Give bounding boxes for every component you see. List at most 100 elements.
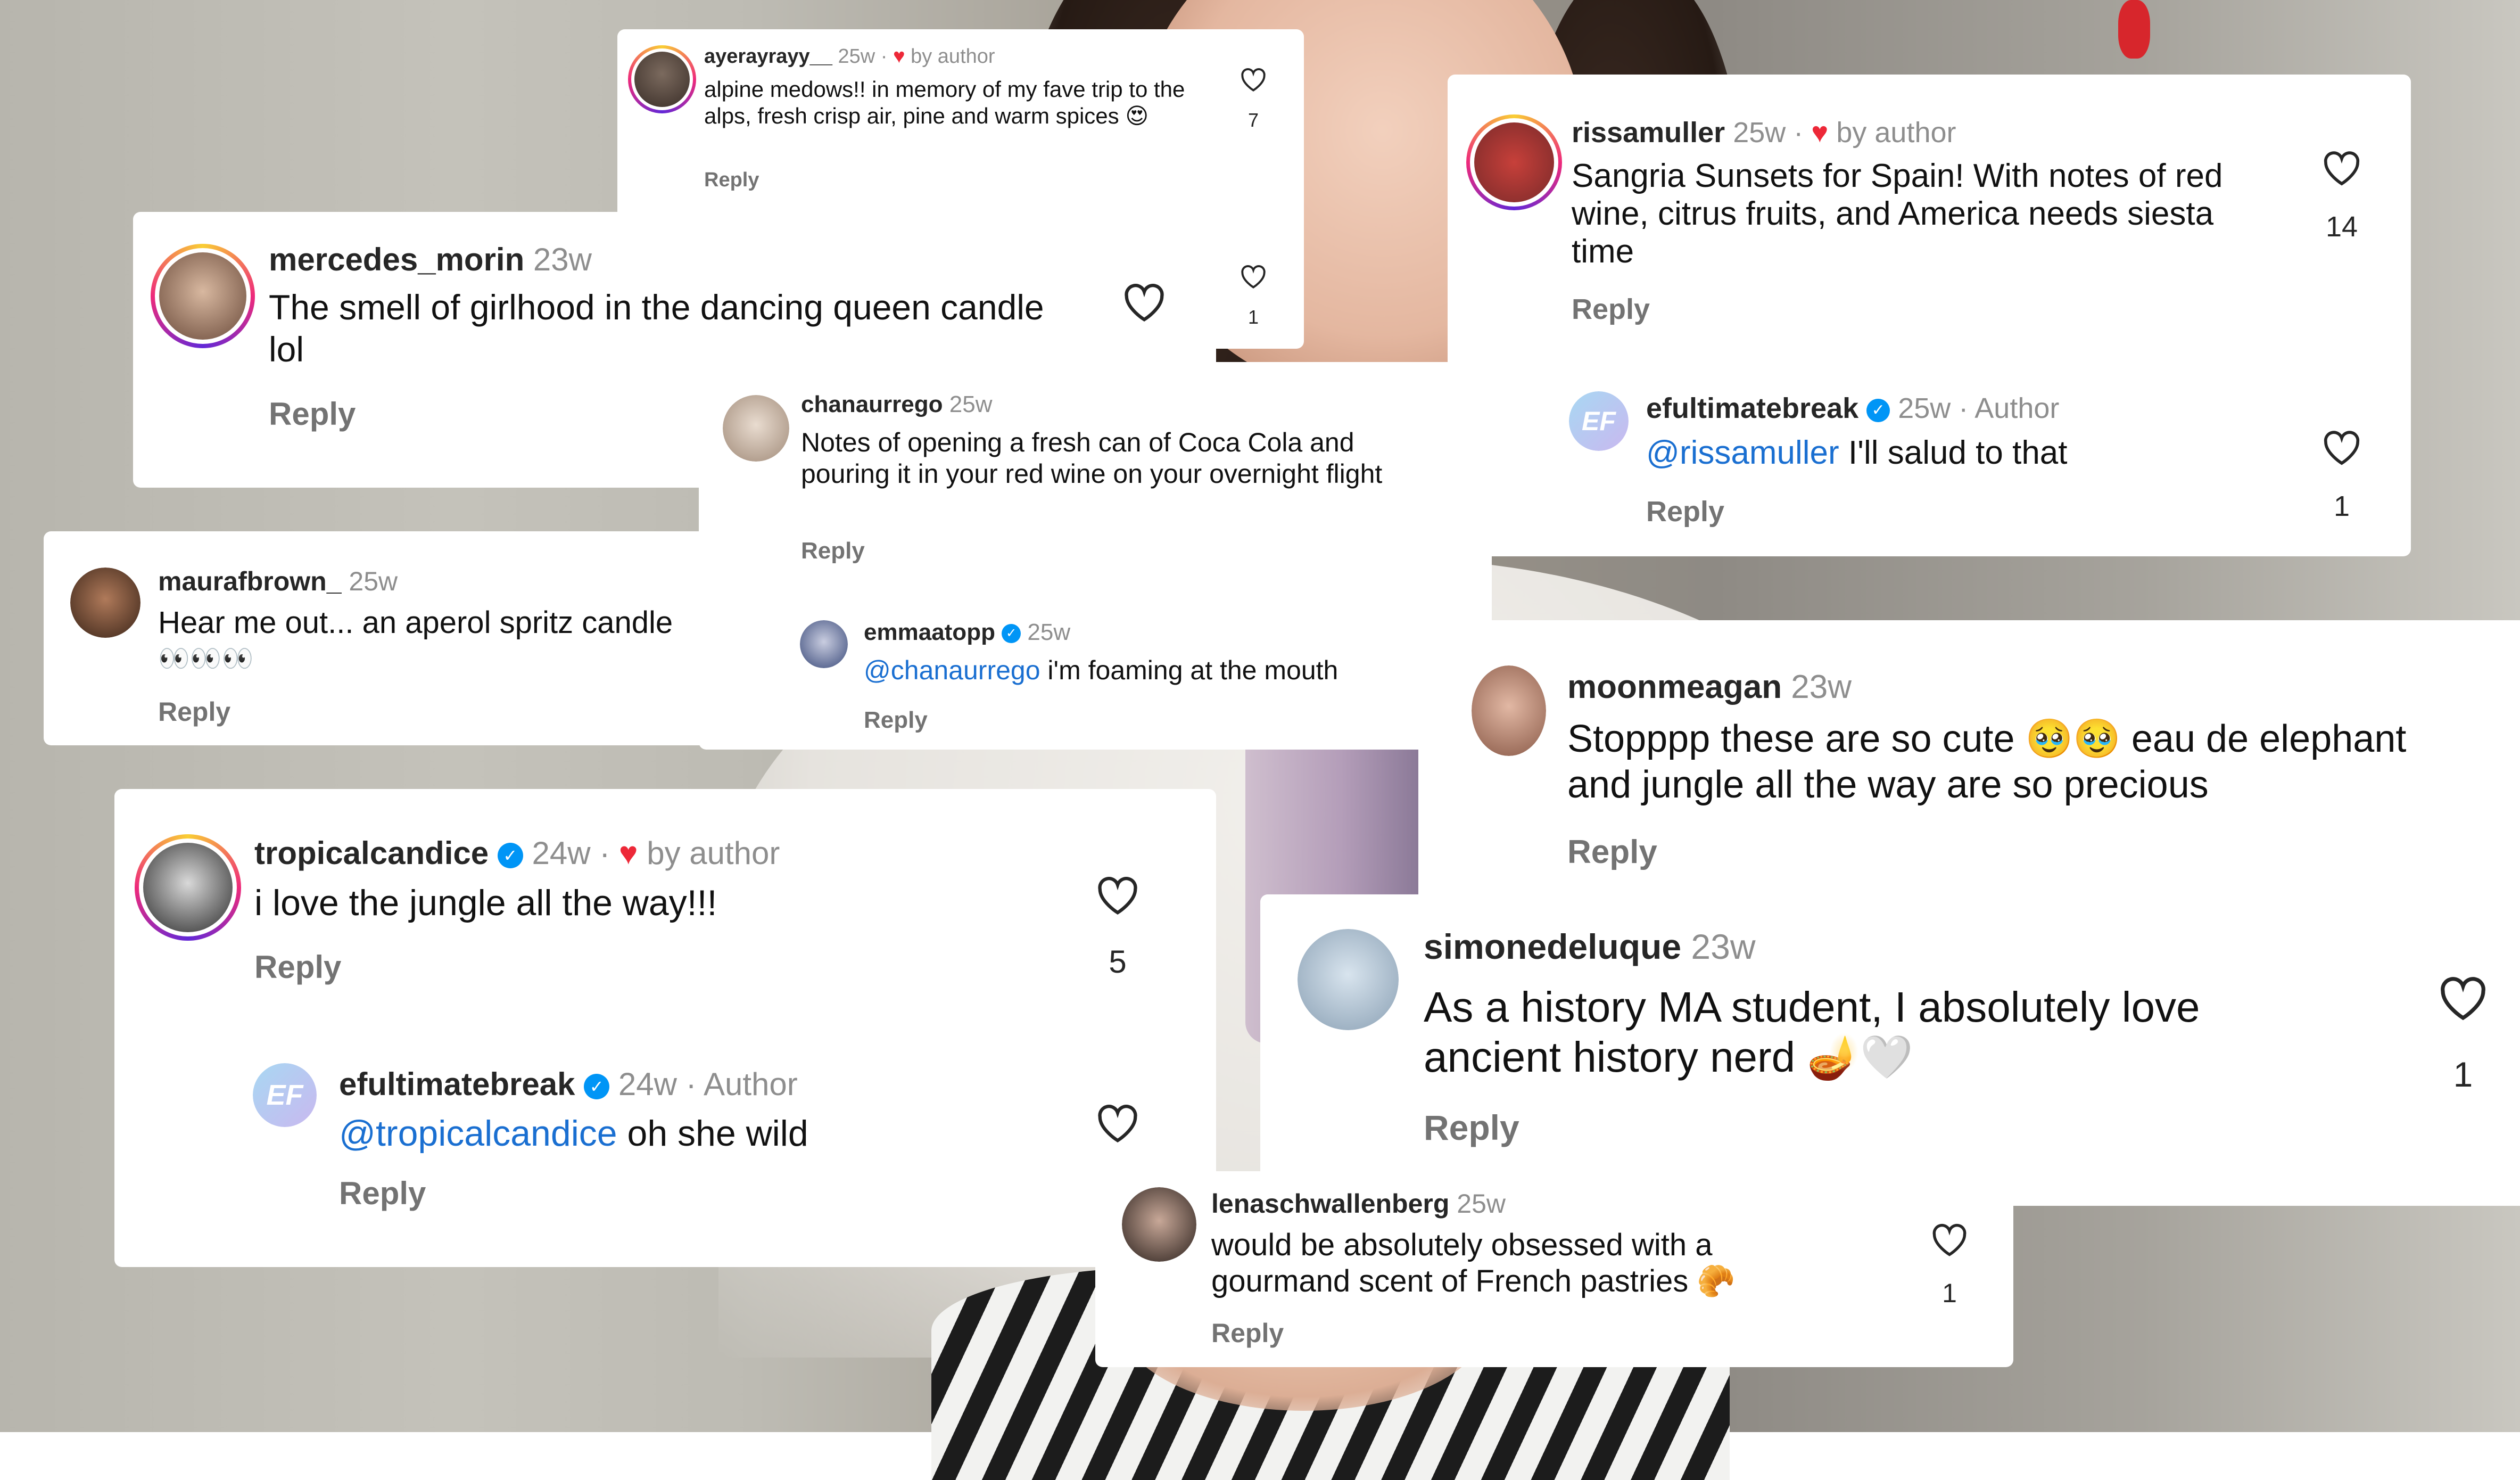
separator: · xyxy=(880,45,888,68)
heart-outline-icon xyxy=(1932,1223,1967,1256)
heart-filled-icon: ♥ xyxy=(1811,117,1829,149)
like-count: 1 xyxy=(2453,1055,2473,1094)
reply-button[interactable]: Reply xyxy=(864,707,928,734)
avatar[interactable] xyxy=(1122,1187,1196,1262)
avatar[interactable]: EF xyxy=(1569,391,1629,451)
comment-text: i love the jungle all the way!!! xyxy=(254,883,717,923)
avatar[interactable] xyxy=(70,568,141,638)
heart-outline-icon xyxy=(1098,1105,1137,1142)
comment-text: @chanaurrego i'm foaming at the mouth xyxy=(864,655,1338,686)
mention-link[interactable]: @chanaurrego xyxy=(864,655,1040,685)
reply-button[interactable]: Reply xyxy=(1211,1318,1284,1349)
comment-text: alpine medows!! in memory of my fave tri… xyxy=(704,77,1185,128)
username[interactable]: emmaatopp xyxy=(864,619,995,645)
username[interactable]: efultimatebreak xyxy=(1646,392,1858,424)
photo-red-nail xyxy=(2118,0,2150,59)
separator: · xyxy=(1794,117,1804,149)
like-button[interactable] xyxy=(1094,1102,1142,1144)
comment-body: Hear me out... an aperol spritz candle xyxy=(158,605,673,640)
timestamp: 24w xyxy=(532,835,591,871)
comment-text: Sangria Sunsets for Spain! With notes of… xyxy=(1572,158,2223,270)
username[interactable]: rissamuller xyxy=(1572,117,1725,149)
username[interactable]: ayerayrayy__ xyxy=(704,45,832,68)
comment-text: Notes of opening a fresh can of Coca Col… xyxy=(801,427,1383,489)
username[interactable]: mercedes_morin xyxy=(269,242,524,277)
like-count: 1 xyxy=(2333,490,2350,522)
like-button[interactable] xyxy=(2320,149,2363,186)
like-button[interactable] xyxy=(2436,974,2490,1021)
username[interactable]: chanaurrego xyxy=(801,391,943,417)
username[interactable]: maurafbrown_ xyxy=(158,566,342,596)
author-label: Author xyxy=(1974,392,2060,424)
comment-text: @rissamuller I'll salud to that xyxy=(1646,434,2068,472)
avatar[interactable] xyxy=(135,834,241,941)
reply-button[interactable]: Reply xyxy=(801,538,865,564)
timestamp: 23w xyxy=(1791,669,1852,705)
reply-button[interactable]: Reply xyxy=(254,949,341,985)
reply-button[interactable]: Reply xyxy=(704,169,759,192)
timestamp: 24w xyxy=(618,1066,677,1102)
mention-link[interactable]: @tropicalcandice xyxy=(339,1113,617,1154)
timestamp: 25w xyxy=(949,391,993,417)
comment-text: The smell of girlhood in the dancing que… xyxy=(269,287,1044,369)
verified-badge-icon: ✓ xyxy=(1002,624,1021,644)
avatar[interactable] xyxy=(723,395,789,462)
comment-card-simonedeluque: simonedeluque 23w As a history MA studen… xyxy=(1260,894,2520,1206)
heart-outline-icon xyxy=(1125,284,1164,322)
author-like-label: by author xyxy=(1836,117,1956,149)
like-button[interactable] xyxy=(1237,67,1269,92)
like-button[interactable] xyxy=(1237,264,1269,289)
heart-outline-icon xyxy=(1241,68,1266,92)
verified-badge-icon: ✓ xyxy=(584,1074,610,1100)
reply-button[interactable]: Reply xyxy=(269,396,356,432)
avatar[interactable] xyxy=(1466,114,1562,210)
eyes-emoji: 👀👀👀 xyxy=(158,645,254,673)
username[interactable]: simonedeluque xyxy=(1424,927,1681,966)
like-count: 7 xyxy=(1247,109,1259,131)
username[interactable]: tropicalcandice xyxy=(254,835,489,871)
separator: · xyxy=(599,835,610,871)
reply-button[interactable]: Reply xyxy=(1572,293,1650,326)
reply-button[interactable]: Reply xyxy=(1567,833,1657,871)
like-count: 5 xyxy=(1109,944,1127,980)
like-count: 1 xyxy=(1247,306,1259,328)
reply-button[interactable]: Reply xyxy=(339,1175,426,1212)
like-button[interactable] xyxy=(1928,1222,1971,1257)
username[interactable]: moonmeagan xyxy=(1567,669,1782,705)
avatar[interactable] xyxy=(1298,929,1399,1030)
like-button[interactable] xyxy=(1120,281,1168,323)
reply-text: I'll salud to that xyxy=(1839,434,2068,471)
heart-filled-icon: ♥ xyxy=(618,835,638,871)
timestamp: 23w xyxy=(1691,927,1756,966)
timestamp: 23w xyxy=(533,242,592,277)
heart-outline-icon xyxy=(2324,431,2360,465)
timestamp: 25w xyxy=(1733,117,1786,149)
username[interactable]: lenaschwallenberg xyxy=(1211,1189,1449,1219)
username[interactable]: efultimatebreak xyxy=(339,1066,575,1102)
ef-logo: EF xyxy=(253,1063,317,1127)
reply-button[interactable]: Reply xyxy=(1646,495,1724,528)
comment-text: Stopppp these are so cute 🥹🥹 eau de elep… xyxy=(1567,718,2407,806)
avatar[interactable] xyxy=(800,620,848,668)
reply-text: i'm foaming at the mouth xyxy=(1040,655,1339,685)
comment-card-moonmeagan: moonmeagan 23w Stopppp these are so cute… xyxy=(1418,620,2520,910)
timestamp: 25w xyxy=(1027,619,1071,645)
timestamp: 25w xyxy=(838,45,875,68)
mention-link[interactable]: @rissamuller xyxy=(1646,434,1839,471)
reply-button[interactable]: Reply xyxy=(1424,1107,1519,1148)
like-count: 14 xyxy=(2325,211,2358,243)
comment-card-maurafbrown: maurafbrown_ 25w Hear me out... an apero… xyxy=(44,531,746,745)
comment-text: would be absolutely obsessed with a gour… xyxy=(1211,1228,1736,1298)
avatar[interactable] xyxy=(1472,665,1546,756)
avatar[interactable]: EF xyxy=(253,1063,317,1127)
avatar[interactable] xyxy=(628,45,696,113)
avatar[interactable] xyxy=(151,244,255,348)
reply-button[interactable]: Reply xyxy=(158,696,230,727)
author-like-label: by author xyxy=(911,45,995,68)
like-button[interactable] xyxy=(2320,429,2363,466)
separator: · xyxy=(685,1066,697,1102)
separator: · xyxy=(1959,392,1969,424)
heart-outline-icon xyxy=(2324,151,2360,186)
heart-filled-icon: ♥ xyxy=(893,45,905,68)
like-button[interactable] xyxy=(1094,874,1142,916)
